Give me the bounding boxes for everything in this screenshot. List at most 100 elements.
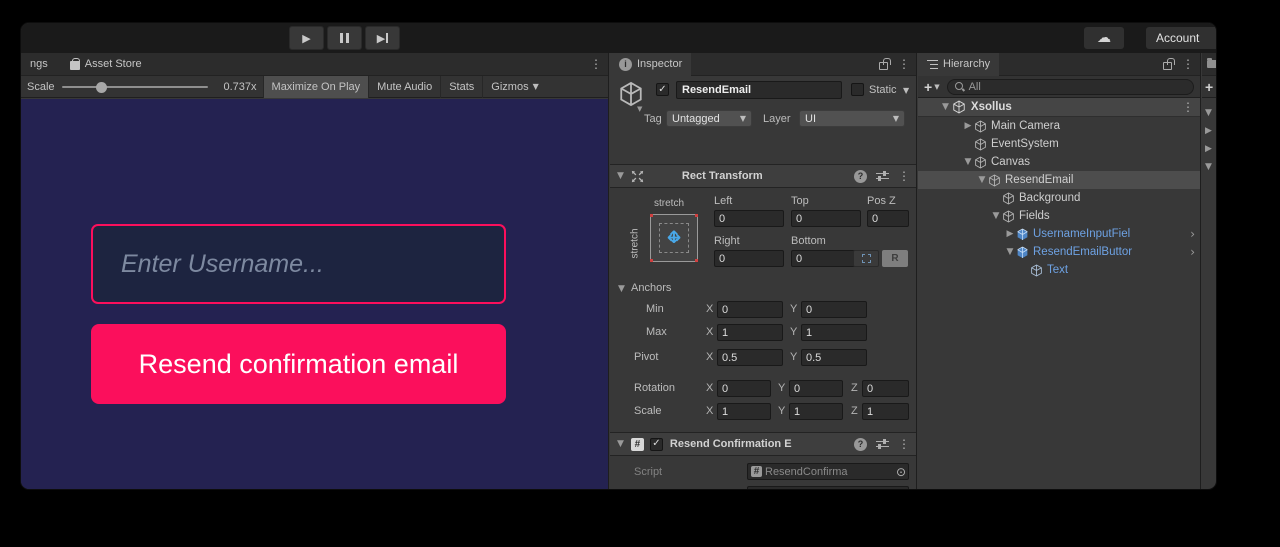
rect-transform-header[interactable]: ▼ Rect Transform ? ⋮ [610, 164, 916, 188]
tab-inspector[interactable]: i Inspector [610, 53, 691, 76]
foldout-arrow[interactable]: ▶ [1004, 229, 1016, 239]
layer-dropdown[interactable]: UI ▼ [799, 110, 905, 127]
static-checkbox[interactable] [851, 83, 864, 96]
username-input[interactable]: Enter Username... [91, 224, 506, 304]
lock-icon[interactable] [1163, 62, 1172, 70]
scale-x-field[interactable]: 1 [717, 403, 771, 420]
gizmos-dropdown[interactable]: Gizmos ▼ [482, 76, 546, 98]
stats-button[interactable]: Stats [440, 76, 482, 98]
presets-icon[interactable] [876, 439, 889, 450]
top-field[interactable]: 0 [791, 210, 861, 227]
foldout-arrow[interactable]: ▼ [942, 102, 949, 112]
anchors-min-y-field[interactable]: 0 [801, 301, 867, 318]
foldout-arrow[interactable]: ▶ [1205, 144, 1217, 154]
row-label: EventSystem [991, 138, 1059, 150]
panel-menu-icon[interactable]: ⋮ [898, 58, 910, 70]
blueprint-mode-button[interactable] [853, 250, 879, 267]
tree-row-resendemailbutton[interactable]: ▼ ResendEmailButtor › [918, 243, 1200, 261]
panel-menu-icon[interactable]: ⋮ [590, 58, 602, 70]
tree-row-resendemail[interactable]: ▼ ResendEmail [918, 171, 1200, 189]
anchors-max-y-field[interactable]: 1 [801, 324, 867, 341]
raw-edit-mode-button[interactable]: R [882, 250, 908, 267]
help-icon[interactable]: ? [854, 170, 867, 183]
foldout-arrow[interactable]: ▼ [617, 439, 624, 449]
foldout-arrow[interactable]: ▼ [976, 175, 988, 185]
rotation-x-field[interactable]: 0 [717, 380, 771, 397]
foldout-arrow[interactable]: ▼ [1205, 108, 1217, 118]
tag-dropdown[interactable]: Untagged ▼ [666, 110, 752, 127]
script-component-header[interactable]: ▼ # ✓ Resend Confirmation E ? ⋮ [610, 432, 916, 456]
script-object-field[interactable]: # ResendConfirma ⊙ [747, 463, 909, 480]
account-button[interactable]: Account [1146, 27, 1217, 49]
maximize-on-play-button[interactable]: Maximize On Play [263, 76, 369, 98]
component-enabled-checkbox[interactable]: ✓ [650, 438, 663, 451]
pivot-label: Pivot [634, 351, 658, 363]
component-title: Rect Transform [682, 170, 763, 182]
tree-row-background[interactable]: Background [918, 189, 1200, 207]
scale-slider[interactable] [62, 81, 208, 93]
scale-z-field[interactable]: 1 [862, 403, 909, 420]
pause-button[interactable] [327, 26, 362, 50]
tree-row-eventsystem[interactable]: EventSystem [918, 135, 1200, 153]
pivot-y-field[interactable]: 0.5 [801, 349, 867, 366]
tab-truncated-settings[interactable]: ngs [21, 53, 57, 76]
gameobject-dropdown-icon[interactable]: ▼ [637, 105, 642, 113]
add-gameobject-button[interactable]: + ▼ [924, 79, 940, 95]
object-picker-icon[interactable]: ⊙ [896, 488, 906, 490]
static-dropdown-icon[interactable]: ▼ [903, 86, 909, 95]
active-checkbox[interactable]: ✓ [656, 83, 669, 96]
row-label: UsernameInputFiel [1033, 228, 1130, 240]
right-field[interactable]: 0 [714, 250, 784, 267]
username-input-object-field[interactable]: I UsernameInputF ⊙ [747, 486, 909, 489]
project-add-button[interactable]: + [1205, 79, 1213, 95]
bottom-field[interactable]: 0 [791, 250, 861, 267]
tab-hierarchy[interactable]: Hierarchy [918, 53, 999, 76]
foldout-arrow[interactable]: ▼ [617, 171, 624, 181]
foldout-arrow[interactable]: ▼ [1205, 162, 1217, 172]
tree-row-usernameinputfield[interactable]: ▶ UsernameInputFiel › [918, 225, 1200, 243]
gameobject-name-field[interactable]: ResendEmail [676, 81, 842, 99]
hierarchy-search-input[interactable]: All [947, 79, 1194, 95]
rotation-z-field[interactable]: 0 [862, 380, 909, 397]
component-menu-icon[interactable]: ⋮ [898, 438, 910, 450]
rotation-y-field[interactable]: 0 [789, 380, 843, 397]
anchors-min-x-field[interactable]: 0 [717, 301, 783, 318]
game-viewport: Enter Username... Resend confirmation em… [21, 99, 608, 489]
tree-row-canvas[interactable]: ▼ Canvas [918, 153, 1200, 171]
tree-row-main-camera[interactable]: ▶ Main Camera [918, 117, 1200, 135]
foldout-arrow[interactable]: ▼ [990, 211, 1002, 221]
foldout-arrow[interactable]: ▼ [618, 284, 625, 294]
help-icon[interactable]: ? [854, 438, 867, 451]
lock-icon[interactable] [879, 62, 888, 70]
left-field[interactable]: 0 [714, 210, 784, 227]
posz-field[interactable]: 0 [867, 210, 909, 227]
foldout-arrow[interactable]: ▼ [1004, 247, 1016, 257]
gameobject-icon [1002, 192, 1015, 205]
mute-audio-button[interactable]: Mute Audio [368, 76, 440, 98]
component-menu-icon[interactable]: ⋮ [898, 170, 910, 182]
row-label: Canvas [991, 156, 1030, 168]
foldout-arrow[interactable]: ▶ [1205, 126, 1217, 136]
slider-thumb[interactable] [96, 82, 107, 93]
tab-asset-store[interactable]: Asset Store [61, 53, 151, 76]
tree-row-text[interactable]: Text [918, 261, 1200, 279]
foldout-arrow[interactable]: ▼ [962, 157, 974, 167]
anchor-preset-widget[interactable]: ↔↕ [650, 214, 698, 262]
foldout-arrow[interactable]: ▶ [962, 121, 974, 131]
object-picker-icon[interactable]: ⊙ [896, 465, 906, 479]
scene-row[interactable]: ▼ Xsollus ⋮ [918, 98, 1200, 117]
prefab-open-chevron[interactable]: › [1190, 245, 1195, 259]
scale-y-field[interactable]: 1 [789, 403, 843, 420]
anchors-max-x-field[interactable]: 1 [717, 324, 783, 341]
slider-track[interactable] [62, 86, 208, 88]
scene-menu-icon[interactable]: ⋮ [1182, 101, 1194, 113]
pivot-x-field[interactable]: 0.5 [717, 349, 783, 366]
cloud-button[interactable]: ☁ [1084, 27, 1124, 49]
tree-row-fields[interactable]: ▼ Fields [918, 207, 1200, 225]
presets-icon[interactable] [876, 171, 889, 182]
play-button[interactable]: ▶ [289, 26, 324, 50]
resend-email-button[interactable]: Resend confirmation email [91, 324, 506, 404]
prefab-open-chevron[interactable]: › [1190, 227, 1195, 241]
step-button[interactable]: ▶ [365, 26, 400, 50]
panel-menu-icon[interactable]: ⋮ [1182, 58, 1194, 70]
